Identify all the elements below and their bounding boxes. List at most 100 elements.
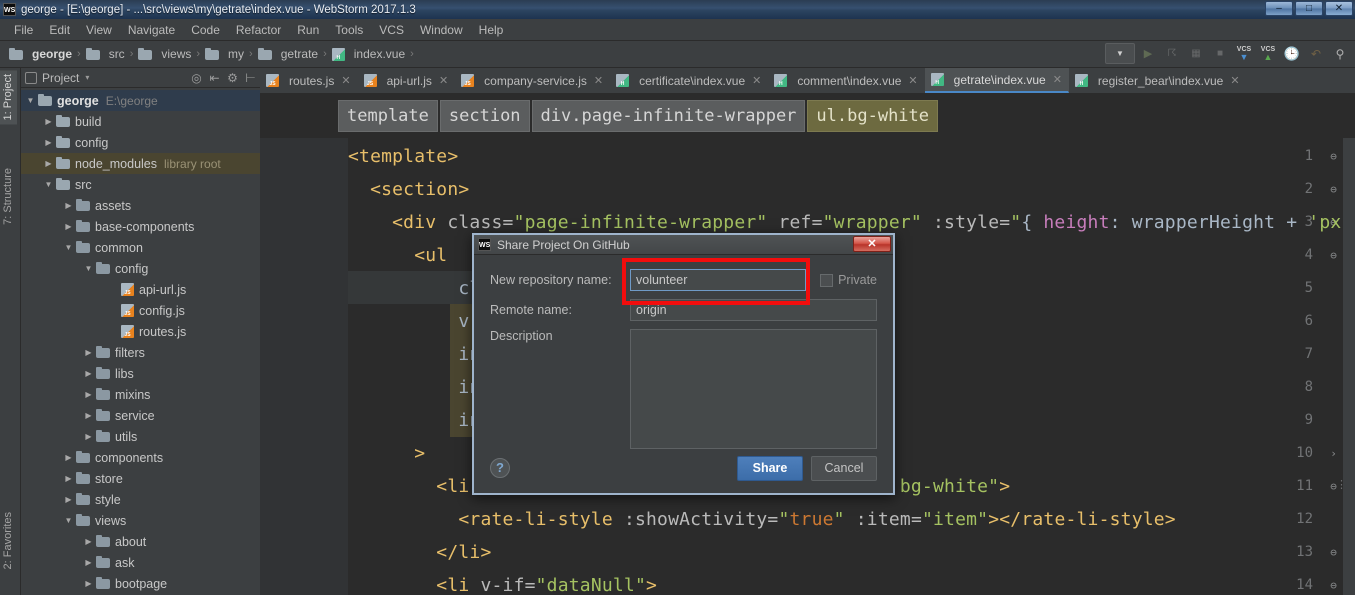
close-tab-icon[interactable]: ✕ xyxy=(908,74,917,87)
tree-node-common[interactable]: ▼ common xyxy=(21,237,260,258)
settings-gear-icon[interactable]: ⚙ xyxy=(225,70,240,85)
cancel-button[interactable]: Cancel xyxy=(811,455,877,481)
navbar-crumb-my[interactable]: my xyxy=(202,46,247,62)
debug-button[interactable]: ☈ xyxy=(1161,43,1183,64)
vcs-update-button[interactable]: VCS ▼ xyxy=(1233,43,1255,64)
expand-arrow-icon[interactable]: ▼ xyxy=(63,515,74,526)
expand-arrow-icon[interactable]: ▼ xyxy=(83,263,94,274)
tree-node-routes-js[interactable]: routes.js xyxy=(21,321,260,342)
tree-node-build[interactable]: ▶ build xyxy=(21,111,260,132)
hide-panel-icon[interactable]: ⊢ xyxy=(243,70,258,85)
chevron-down-icon[interactable]: ▾ xyxy=(85,73,89,82)
expand-arrow-icon[interactable]: ▶ xyxy=(83,557,94,568)
close-tab-icon[interactable]: ✕ xyxy=(1053,73,1062,86)
close-tab-icon[interactable]: ✕ xyxy=(594,74,603,87)
editor-tab-getrate-index-vue[interactable]: getrate\index.vue ✕ xyxy=(924,68,1069,93)
close-tab-icon[interactable]: ✕ xyxy=(1230,74,1239,87)
expand-arrow-icon[interactable]: ▶ xyxy=(83,410,94,421)
menu-window[interactable]: Window xyxy=(412,21,471,39)
minimize-button[interactable]: – xyxy=(1265,1,1293,16)
private-checkbox[interactable] xyxy=(820,273,834,287)
tree-node-service[interactable]: ▶ service xyxy=(21,405,260,426)
repo-name-input[interactable]: volunteer xyxy=(630,269,807,291)
expand-arrow-icon[interactable]: ▶ xyxy=(63,221,74,232)
tree-node-assets[interactable]: ▶ assets xyxy=(21,195,260,216)
tree-node-ask[interactable]: ▶ ask xyxy=(21,552,260,573)
expand-arrow-icon[interactable]: ▶ xyxy=(83,368,94,379)
close-tab-icon[interactable]: ✕ xyxy=(439,74,448,87)
tree-node-src[interactable]: ▼ src xyxy=(21,174,260,195)
fold-marker-icon[interactable]: ⊖ xyxy=(1327,183,1340,196)
vcs-commit-button[interactable]: VCS ▲ xyxy=(1257,43,1279,64)
menu-vcs[interactable]: VCS xyxy=(371,21,412,39)
tool-tab-favorites[interactable]: 2: Favorites xyxy=(0,508,17,573)
editor-tab-routes-js[interactable]: routes.js ✕ xyxy=(260,68,358,93)
navbar-crumb-views[interactable]: views xyxy=(135,46,194,62)
expand-arrow-icon[interactable]: ▶ xyxy=(43,158,54,169)
search-everywhere-button[interactable]: ⚲ xyxy=(1329,43,1351,64)
editor-gutter[interactable] xyxy=(260,138,348,595)
tree-node-store[interactable]: ▶ store xyxy=(21,468,260,489)
navbar-crumb-getrate[interactable]: getrate xyxy=(255,46,321,62)
menu-help[interactable]: Help xyxy=(471,21,512,39)
expand-arrow-icon[interactable]: ▼ xyxy=(43,179,54,190)
target-icon[interactable]: ◎ xyxy=(189,70,204,85)
tree-node-george[interactable]: ▼ george E:\george xyxy=(21,90,260,111)
coverage-button[interactable]: ▦ xyxy=(1185,43,1207,64)
editor-tab-api-url-js[interactable]: api-url.js ✕ xyxy=(358,68,456,93)
tree-node-mixins[interactable]: ▶ mixins xyxy=(21,384,260,405)
editor-tab-register-bear-index-vue[interactable]: register_bear\index.vue ✕ xyxy=(1069,68,1247,93)
fold-marker-icon[interactable]: ⊖ xyxy=(1327,150,1340,163)
menu-code[interactable]: Code xyxy=(183,21,228,39)
private-checkbox-group[interactable]: Private xyxy=(820,273,877,287)
run-button[interactable]: ▶ xyxy=(1137,43,1159,64)
editor-tab-certificate-index-vue[interactable]: certificate\index.vue ✕ xyxy=(610,68,768,93)
tree-node-api-url-js[interactable]: api-url.js xyxy=(21,279,260,300)
tree-node-views[interactable]: ▼ views xyxy=(21,510,260,531)
project-file-tree[interactable]: ▼ george E:\george ▶ build ▶ config ▶ no… xyxy=(21,88,260,595)
expand-arrow-icon[interactable]: ▶ xyxy=(63,473,74,484)
tree-node-base-components[interactable]: ▶ base-components xyxy=(21,216,260,237)
tree-node-about[interactable]: ▶ about xyxy=(21,531,260,552)
expand-arrow-icon[interactable]: ▶ xyxy=(83,389,94,400)
navbar-crumb-george[interactable]: george xyxy=(6,46,75,62)
expand-arrow-icon[interactable]: ▼ xyxy=(25,95,36,106)
tree-node-libs[interactable]: ▶ libs xyxy=(21,363,260,384)
tree-node-bootpage[interactable]: ▶ bootpage xyxy=(21,573,260,594)
tree-node-config-inner[interactable]: ▼ config xyxy=(21,258,260,279)
maximize-button[interactable]: □ xyxy=(1295,1,1323,16)
tree-node-filters[interactable]: ▶ filters xyxy=(21,342,260,363)
expand-arrow-icon[interactable]: ▶ xyxy=(43,137,54,148)
tree-node-utils[interactable]: ▶ utils xyxy=(21,426,260,447)
menu-refactor[interactable]: Refactor xyxy=(228,21,289,39)
tree-node-config-js[interactable]: config.js xyxy=(21,300,260,321)
vcs-history-button[interactable]: 🕒 xyxy=(1281,43,1303,64)
fold-marker-icon[interactable]: › xyxy=(1327,447,1340,460)
expand-arrow-icon[interactable]: ▼ xyxy=(63,242,74,253)
editor-tab-comment-index-vue[interactable]: comment\index.vue ✕ xyxy=(768,68,924,93)
expand-arrow-icon[interactable]: ▶ xyxy=(83,431,94,442)
menu-view[interactable]: View xyxy=(78,21,120,39)
share-button[interactable]: Share xyxy=(737,455,803,481)
close-tab-icon[interactable]: ✕ xyxy=(752,74,761,87)
expand-arrow-icon[interactable]: ▶ xyxy=(83,536,94,547)
run-configuration-selector[interactable]: ▼ xyxy=(1105,43,1135,64)
expand-arrow-icon[interactable]: ▶ xyxy=(63,494,74,505)
remote-name-input[interactable]: origin xyxy=(630,299,877,321)
menu-file[interactable]: File xyxy=(6,21,41,39)
description-textarea[interactable] xyxy=(630,329,877,449)
expand-arrow-icon[interactable]: ▶ xyxy=(83,578,94,589)
menu-tools[interactable]: Tools xyxy=(327,21,371,39)
tree-node-components[interactable]: ▶ components xyxy=(21,447,260,468)
tool-tab-project[interactable]: 1: Project xyxy=(0,70,17,125)
fold-marker-icon[interactable]: ⊖ xyxy=(1327,546,1340,559)
collapse-all-icon[interactable]: ⇤ xyxy=(207,70,222,85)
tree-node-config[interactable]: ▶ config xyxy=(21,132,260,153)
expand-arrow-icon[interactable]: ▶ xyxy=(63,200,74,211)
undo-button[interactable]: ↶ xyxy=(1305,43,1327,64)
help-icon[interactable]: ? xyxy=(490,458,510,478)
tree-node-style[interactable]: ▶ style xyxy=(21,489,260,510)
menu-edit[interactable]: Edit xyxy=(41,21,78,39)
editor-tab-company-service-js[interactable]: company-service.js ✕ xyxy=(455,68,610,93)
menu-run[interactable]: Run xyxy=(289,21,327,39)
